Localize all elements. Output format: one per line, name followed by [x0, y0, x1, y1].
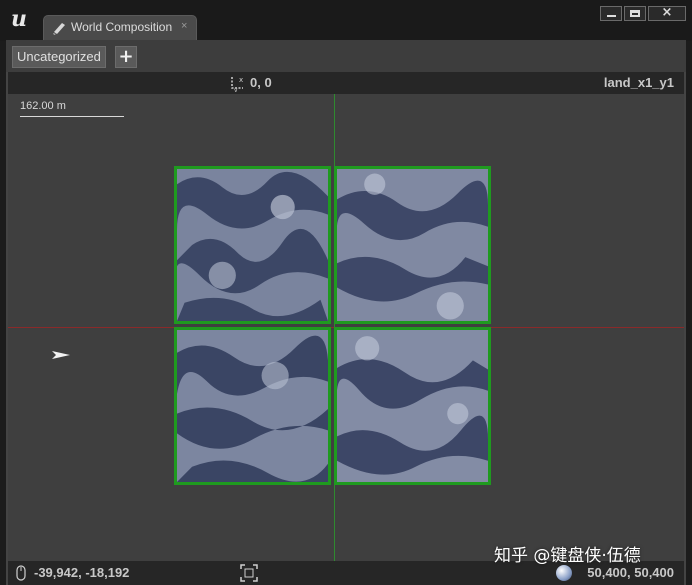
scale-label: 162.00 m [20, 100, 66, 112]
camera-direction-icon [52, 351, 70, 359]
landscape-thumbnail [177, 330, 328, 482]
close-button[interactable]: × [648, 5, 686, 21]
window-controls: × [600, 5, 686, 22]
mouse-world-coordinates: -39,942, -18,192 [34, 565, 130, 580]
window-title-bar: u World Composition × × [0, 0, 692, 41]
tab-close-icon[interactable]: × [181, 20, 187, 32]
svg-text:y: y [234, 87, 238, 92]
tab-label: World Composition [71, 20, 173, 34]
frame-selection-icon[interactable] [240, 564, 258, 582]
landscape-thumbnail [337, 330, 488, 482]
level-tile-land-x1-y1[interactable] [334, 327, 491, 485]
origin-axes-icon: x y [231, 76, 243, 92]
add-layer-button[interactable]: + [115, 46, 137, 68]
world-viewport[interactable]: x y 0, 0 land_x1_y1 162.00 m -39,942, -1… [8, 72, 684, 585]
minimize-button[interactable] [600, 6, 622, 21]
world-size: 50,400, 50,400 [587, 565, 674, 580]
hovered-level-name: land_x1_y1 [603, 75, 674, 90]
svg-text:x: x [239, 76, 243, 84]
landscape-thumbnail [177, 169, 328, 321]
uncategorized-layer-button[interactable]: Uncategorized [12, 46, 106, 68]
maximize-icon [630, 10, 640, 17]
minimize-icon [607, 15, 616, 17]
tab-world-composition[interactable]: World Composition × [43, 15, 197, 40]
maximize-button[interactable] [624, 6, 646, 21]
unreal-engine-logo: u [11, 6, 27, 32]
levels-toolbar: Uncategorized + [6, 40, 686, 72]
level-tile-land-x0-y0[interactable] [174, 166, 331, 324]
watermark-text: 知乎 @键盘侠·伍德 [494, 546, 641, 566]
level-tile-land-x0-y1[interactable] [174, 327, 331, 485]
world-sphere-icon [556, 565, 572, 581]
level-tile-land-x1-y0[interactable] [334, 166, 491, 324]
viewport-header: x y 0, 0 land_x1_y1 [8, 72, 684, 94]
mouse-icon [16, 565, 26, 581]
scale-bar [20, 116, 124, 117]
world-composition-icon [53, 23, 65, 35]
close-icon: × [661, 5, 673, 20]
origin-coordinates: 0, 0 [250, 75, 272, 90]
landscape-thumbnail [337, 169, 488, 321]
world-composition-panel: Uncategorized + x y 0, 0 land_x1_y1 162.… [6, 40, 686, 585]
